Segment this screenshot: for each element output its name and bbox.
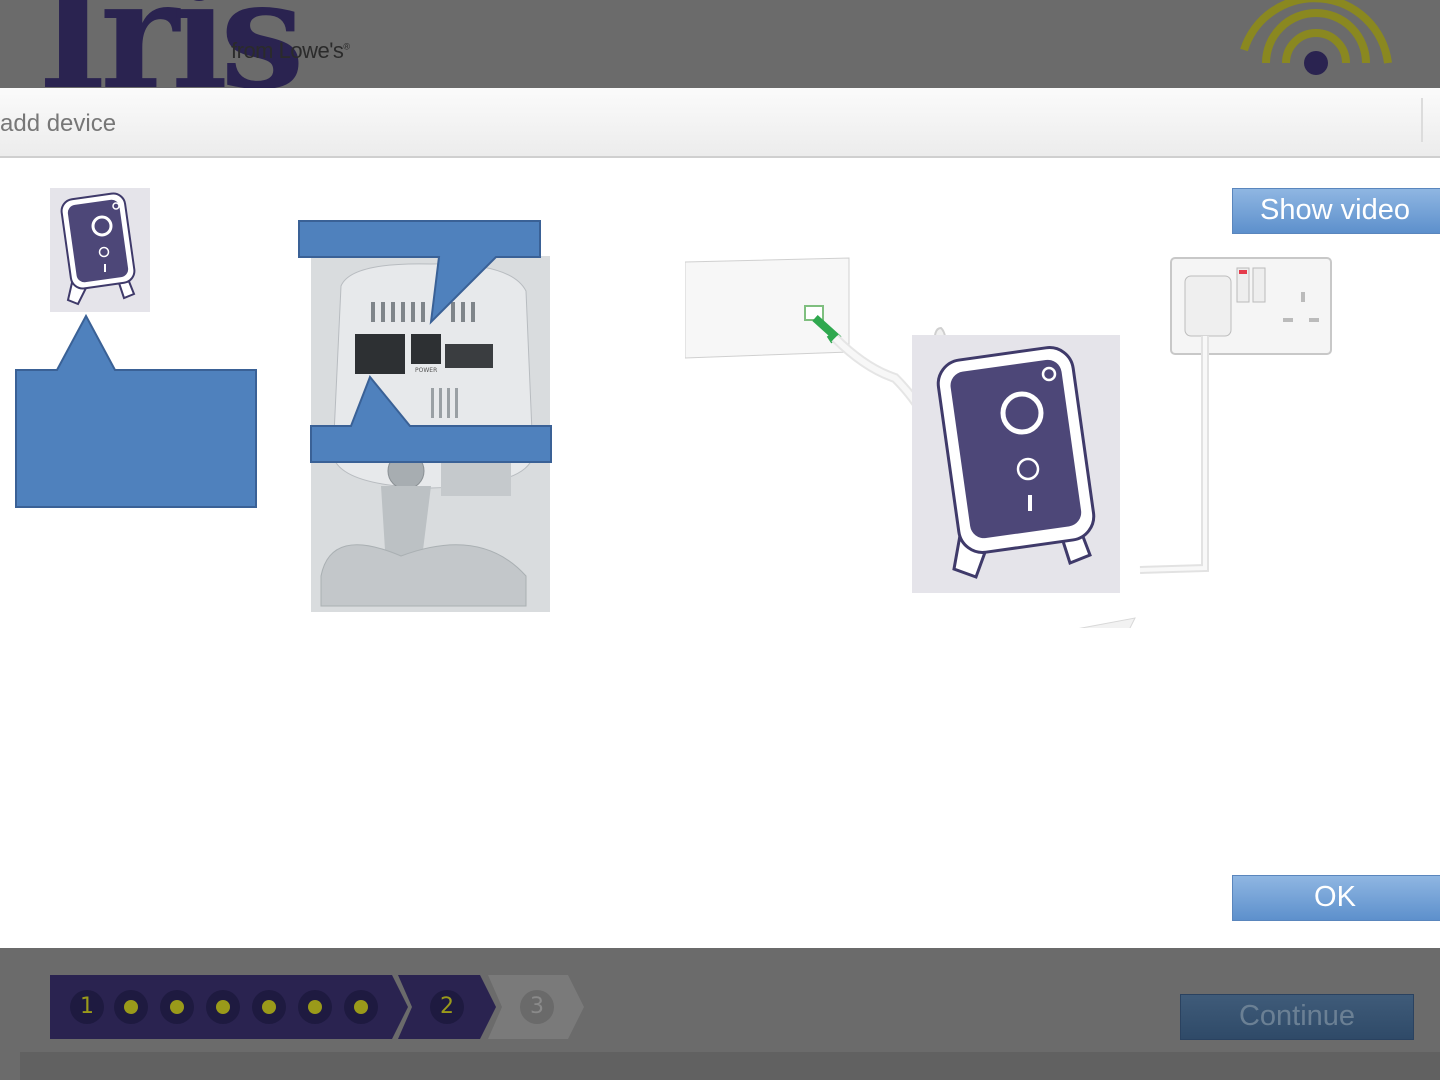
camera-thumbnail-large bbox=[912, 335, 1120, 593]
step-1: 1 bbox=[70, 990, 104, 1024]
app-footer: 1 2 3 Continue bbox=[0, 948, 1440, 1080]
step-dot bbox=[298, 990, 332, 1024]
add-device-modal: add device Show video POWER OK bbox=[0, 88, 1440, 948]
camera-icon bbox=[60, 192, 136, 306]
modal-titlebar: add device bbox=[0, 88, 1440, 158]
step-2: 2 bbox=[430, 990, 464, 1024]
step-dot bbox=[160, 990, 194, 1024]
step-3: 3 bbox=[520, 990, 554, 1024]
radio-waves-logo bbox=[1240, 0, 1392, 75]
continue-button[interactable]: Continue bbox=[1180, 994, 1414, 1040]
camera-back-photo: POWER bbox=[311, 256, 550, 612]
app-header: Iris from Lowe's® bbox=[0, 0, 1440, 88]
step-dot bbox=[206, 990, 240, 1024]
logo-subtitle: from Lowe's® bbox=[231, 38, 350, 63]
step-dot bbox=[252, 990, 286, 1024]
titlebar-divider bbox=[1421, 98, 1423, 142]
step-dot bbox=[344, 990, 378, 1024]
svg-text:POWER: POWER bbox=[415, 367, 437, 374]
ok-button[interactable]: OK bbox=[1232, 875, 1440, 921]
step-dot bbox=[114, 990, 148, 1024]
camera-thumbnail-small bbox=[50, 188, 150, 312]
modal-title: add device bbox=[0, 110, 117, 137]
camera-icon bbox=[936, 346, 1096, 579]
show-video-button[interactable]: Show video bbox=[1232, 188, 1440, 234]
footer-strip bbox=[20, 1052, 1440, 1080]
